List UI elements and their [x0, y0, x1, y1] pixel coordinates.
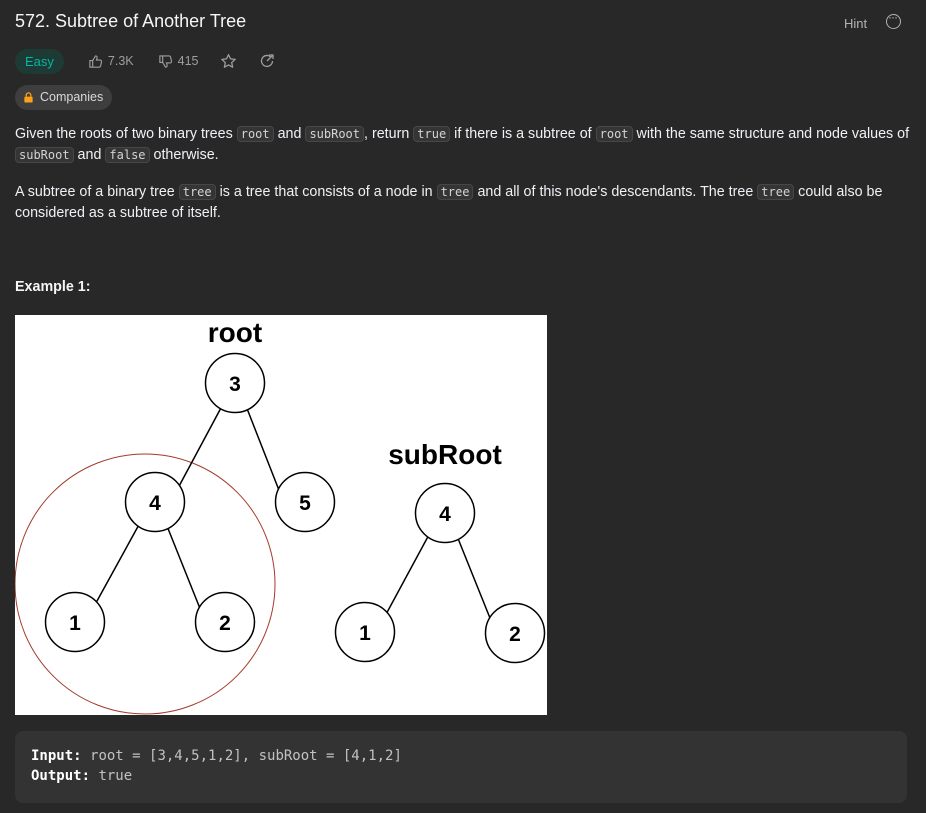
favorite-button[interactable] [220, 53, 237, 70]
problem-meta-row: Easy 7.3K 415 [15, 48, 275, 74]
tree-node: 1 [334, 601, 396, 663]
svg-text:4: 4 [149, 492, 161, 515]
tree-node: 5 [274, 471, 336, 533]
dislike-count: 415 [177, 54, 199, 68]
companies-button[interactable]: Companies [15, 85, 113, 110]
inline-code: false [105, 147, 150, 163]
more-options-icon[interactable] [886, 10, 901, 29]
inline-code: root [236, 126, 274, 142]
like-count: 7.3K [107, 54, 134, 68]
share-button[interactable] [259, 53, 275, 69]
lock-icon [24, 92, 33, 103]
inline-code: subRoot [15, 147, 74, 163]
inline-code: tree [436, 184, 474, 200]
tree-node: 2 [194, 591, 256, 653]
svg-text:5: 5 [299, 492, 311, 515]
problem-title: 572. Subtree of Another Tree [15, 11, 247, 31]
tree-node: 3 [204, 352, 266, 414]
hint-button[interactable]: Hint [844, 16, 867, 31]
subroot-label: subRoot [388, 439, 502, 470]
thumbs-up-icon [89, 54, 103, 68]
dislike-button[interactable]: 415 [158, 54, 199, 69]
example-io-block: Input: root = [3,4,5,1,2], subRoot = [4,… [15, 731, 907, 803]
inline-code: tree [178, 184, 216, 200]
share-icon [261, 54, 275, 68]
inline-code: subRoot [305, 126, 365, 142]
inline-code: root [595, 126, 633, 142]
svg-text:1: 1 [359, 622, 371, 645]
svg-text:2: 2 [219, 612, 231, 635]
thumbs-down-icon [158, 54, 172, 68]
tree-node: 4 [414, 482, 476, 544]
svg-text:1: 1 [69, 612, 81, 635]
svg-text:2: 2 [509, 623, 521, 646]
example-input: Input: root = [3,4,5,1,2], subRoot = [4,… [31, 748, 402, 764]
star-icon [221, 53, 237, 68]
example-output: Output: true [31, 768, 133, 784]
tree-edge [164, 520, 206, 622]
tree-node: 2 [484, 602, 546, 664]
svg-text:3: 3 [229, 373, 241, 396]
description-paragraph-1: Given the roots of two binary trees root… [15, 126, 910, 163]
tree-node: 4 [124, 471, 186, 533]
root-label: root [208, 317, 262, 348]
svg-text:4: 4 [439, 503, 451, 526]
tree-node: 1 [44, 591, 106, 653]
example-figure: root subRoot 3 4 5 1 2 4 1 2 [15, 315, 547, 715]
inline-code: tree [757, 184, 795, 200]
inline-code: true [413, 126, 451, 142]
description-paragraph-2: A subtree of a binary tree tree is a tre… [15, 184, 883, 221]
like-button[interactable]: 7.3K [88, 54, 134, 69]
difficulty-badge: Easy [15, 48, 64, 74]
example-title: Example 1: [15, 279, 91, 295]
companies-label: Companies [40, 90, 104, 104]
tree-diagram: root subRoot 3 4 5 1 2 4 1 2 [15, 317, 546, 715]
